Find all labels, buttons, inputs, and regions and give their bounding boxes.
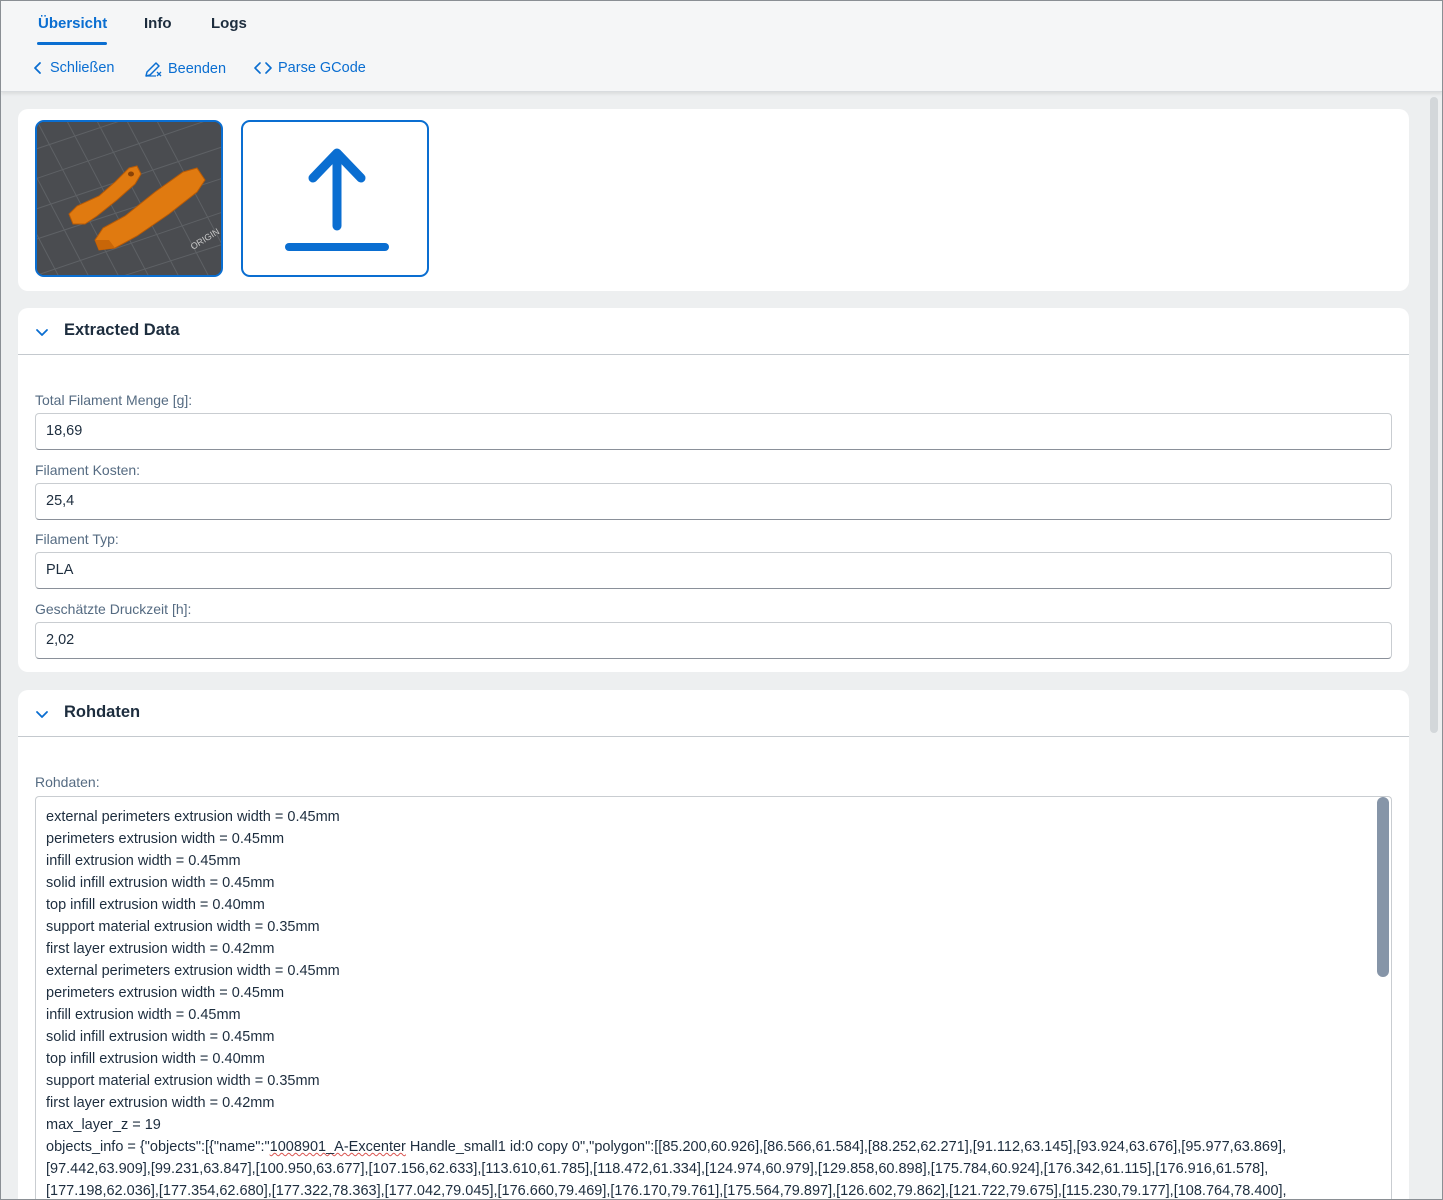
images-card: ORIGIN <box>18 109 1409 291</box>
filament-amount-input[interactable]: 18,69 <box>35 413 1392 450</box>
raw-line: infill extrusion width = 0.45mm <box>46 853 241 869</box>
end-label: Beenden <box>168 61 227 77</box>
filament-cost-label: Filament Kosten: <box>35 462 141 478</box>
objects-suffix: Handle_small1 id:0 copy 0","polygon":[[8… <box>405 1139 1287 1155</box>
filament-amount-label: Total Filament Menge [g]: <box>35 392 193 408</box>
print-time-input[interactable]: 2,02 <box>35 622 1392 659</box>
raw-data-content: external perimeters extrusion width = 0.… <box>46 806 1376 1199</box>
raw-line: top infill extrusion width = 0.40mm <box>46 1051 265 1067</box>
code-brackets-icon <box>254 61 272 75</box>
raw-line: external perimeters extrusion width = 0.… <box>46 809 340 825</box>
raw-line: solid infill extrusion width = 0.45mm <box>46 875 275 891</box>
raw-data-textarea[interactable]: external perimeters extrusion width = 0.… <box>35 796 1392 1199</box>
print-time-label: Geschätzte Druckzeit [h]: <box>35 601 192 617</box>
raw-line: external perimeters extrusion width = 0.… <box>46 963 340 979</box>
extracted-data-header[interactable]: Extracted Data <box>18 308 1409 355</box>
chevron-down-icon[interactable] <box>35 707 49 725</box>
raw-line: perimeters extrusion width = 0.45mm <box>46 985 285 1001</box>
objects-name: 1008901_A-Excenter <box>269 1139 406 1155</box>
parse-gcode-label: Parse GCode <box>278 60 366 76</box>
tab-logs[interactable]: Logs <box>211 15 247 32</box>
raw-line: first layer extrusion width = 0.42mm <box>46 941 275 957</box>
chevron-left-icon <box>32 61 44 75</box>
raw-line: max_layer_z = 19 <box>46 1117 161 1133</box>
print-preview-image[interactable]: ORIGIN <box>35 120 223 277</box>
app-window: Übersicht Info Logs Schließen Beenden Pa… <box>0 0 1443 1200</box>
close-button[interactable]: Schließen <box>32 60 114 76</box>
raw-line: first layer extrusion width = 0.42mm <box>46 1095 275 1111</box>
upload-arrow-icon <box>243 148 427 275</box>
objects-prefix: objects_info = {"objects":[{"name":" <box>46 1139 270 1155</box>
tab-uebersicht[interactable]: Übersicht <box>38 15 107 32</box>
raw-line: support material extrusion width = 0.35m… <box>46 919 320 935</box>
raw-line: solid infill extrusion width = 0.45mm <box>46 1029 275 1045</box>
raw-line: [97.442,63.909],[99.231,63.847],[100.950… <box>46 1161 1269 1177</box>
raw-data-panel: Rohdaten Rohdaten: external perimeters e… <box>18 690 1409 1199</box>
raw-line: support material extrusion width = 0.35m… <box>46 1073 320 1089</box>
extracted-data-panel: Extracted Data Total Filament Menge [g]:… <box>18 308 1409 672</box>
end-button[interactable]: Beenden <box>144 60 226 78</box>
tab-info[interactable]: Info <box>144 15 172 32</box>
page-scrollbar-thumb[interactable] <box>1430 97 1438 733</box>
raw-line: [177.198,62.036],[177.354,62.680],[177.3… <box>46 1183 1287 1199</box>
upload-image-button[interactable] <box>241 120 429 277</box>
page-header: Übersicht Info Logs Schließen Beenden Pa… <box>1 1 1442 92</box>
raw-data-label: Rohdaten: <box>35 774 100 790</box>
raw-line: top infill extrusion width = 0.40mm <box>46 897 265 913</box>
panel-title: Rohdaten <box>64 703 141 721</box>
raw-line-objects-info: objects_info = {"objects":[{"name":"1008… <box>46 1136 1376 1158</box>
raw-line: perimeters extrusion width = 0.45mm <box>46 831 285 847</box>
filament-type-input[interactable]: PLA <box>35 552 1392 589</box>
filament-cost-input[interactable]: 25,4 <box>35 483 1392 520</box>
chevron-down-icon[interactable] <box>35 325 49 343</box>
raw-line: infill extrusion width = 0.45mm <box>46 1007 241 1023</box>
panel-title: Extracted Data <box>64 321 180 339</box>
raw-data-header[interactable]: Rohdaten <box>18 690 1409 737</box>
textarea-scrollbar-thumb[interactable] <box>1377 797 1389 977</box>
edit-pen-icon <box>144 60 162 78</box>
parse-gcode-button[interactable]: Parse GCode <box>254 60 366 76</box>
filament-type-label: Filament Typ: <box>35 531 119 547</box>
active-tab-indicator <box>37 42 107 45</box>
close-label: Schließen <box>50 60 115 76</box>
